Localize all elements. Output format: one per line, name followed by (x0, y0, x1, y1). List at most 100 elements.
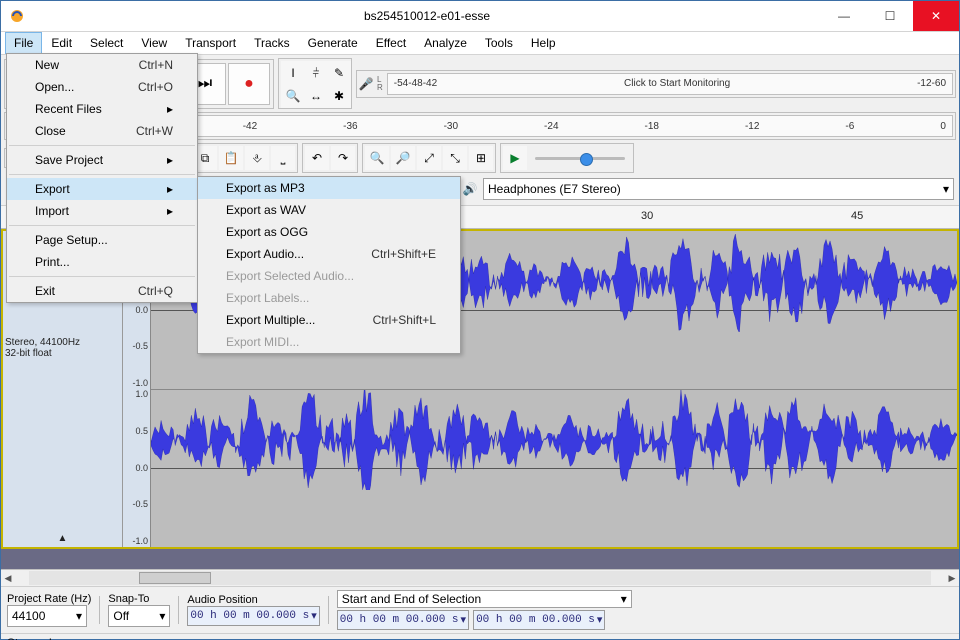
silence-icon: ⎵ (281, 151, 286, 166)
menu-item-export-selected: Export Selected Audio... (198, 265, 460, 287)
menu-edit[interactable]: Edit (42, 32, 81, 54)
selection-tool[interactable]: I (281, 61, 305, 85)
paste-icon: 📋 (224, 151, 239, 165)
menu-effect[interactable]: Effect (367, 32, 415, 54)
track-format-label: Stereo, 44100Hz (5, 337, 120, 348)
audio-position-field[interactable]: 00 h 00 m 00.000 s▾ (187, 606, 319, 626)
window-title: bs254510012-e01-esse (33, 9, 821, 23)
menu-item-save-project[interactable]: Save Project▸ (7, 149, 197, 171)
menu-item-import[interactable]: Import▸ (7, 200, 197, 222)
undo-icon: ↶ (312, 151, 322, 165)
zoom-out-button[interactable]: 🔎 (391, 146, 415, 170)
menu-analyze[interactable]: Analyze (415, 32, 476, 54)
record-icon: ● (244, 75, 254, 93)
menu-item-export-mp3[interactable]: Export as MP3 (198, 177, 460, 199)
collapse-icon[interactable]: ▲ (3, 533, 122, 544)
zoom-in-button[interactable]: 🔍 (365, 146, 389, 170)
paste-button[interactable]: 📋 (219, 146, 243, 170)
snap-to-label: Snap-To (108, 593, 170, 605)
selection-start-field[interactable]: 00 h 00 m 00.000 s▾ (337, 610, 469, 630)
record-meter[interactable]: -54 -48 -42 Click to Start Monitoring -1… (387, 73, 953, 95)
menu-tools[interactable]: Tools (476, 32, 522, 54)
close-button[interactable]: ✕ (913, 1, 959, 31)
scroll-thumb[interactable] (139, 572, 211, 584)
chevron-down-icon: ▾ (943, 182, 949, 196)
menu-select[interactable]: Select (81, 32, 132, 54)
project-rate-combo[interactable]: 44100▾ (7, 605, 87, 627)
menu-item-export-labels: Export Labels... (198, 287, 460, 309)
play-speed-slider[interactable] (535, 157, 625, 160)
fit-proj-icon: ⤡ (450, 151, 460, 166)
menu-item-export-audio[interactable]: Export Audio...Ctrl+Shift+E (198, 243, 460, 265)
status-bar: Project Rate (Hz) 44100▾ Snap-To Off▾ Au… (1, 586, 959, 639)
menu-item-open[interactable]: Open...Ctrl+O (7, 76, 197, 98)
selection-mode-combo[interactable]: Start and End of Selection▾ (337, 590, 632, 608)
play-speed-icon: ▶ (510, 151, 519, 165)
zoom-tool[interactable]: 🔍 (281, 84, 305, 108)
menu-item-export-wav[interactable]: Export as WAV (198, 199, 460, 221)
timeshift-tool[interactable]: ↔ (304, 84, 328, 108)
scroll-right-icon[interactable]: ▶ (945, 571, 959, 585)
undo-button[interactable]: ↶ (305, 146, 329, 170)
meter-lr-labels: LR (377, 76, 383, 92)
zoom-toggle-button[interactable]: ⊞ (469, 146, 493, 170)
snap-to-combo[interactable]: Off▾ (108, 605, 170, 627)
menu-item-close[interactable]: CloseCtrl+W (7, 120, 197, 142)
waveform-right-svg (151, 390, 957, 491)
minimize-button[interactable]: — (821, 1, 867, 31)
trim-icon: ⎀ (252, 151, 262, 166)
ibeam-icon: I (291, 66, 294, 80)
record-button[interactable]: ● (228, 63, 270, 105)
app-logo-icon (9, 8, 25, 24)
zoom-in-icon: 🔍 (370, 151, 385, 165)
scroll-left-icon[interactable]: ◀ (1, 571, 15, 585)
menu-item-exit[interactable]: ExitCtrl+Q (7, 280, 197, 302)
menu-view[interactable]: View (132, 32, 176, 54)
chevron-right-icon: ▸ (147, 204, 173, 218)
play-at-speed-button[interactable]: ▶ (503, 146, 527, 170)
window-buttons: — ☐ ✕ (821, 1, 959, 31)
menu-item-export-multiple[interactable]: Export Multiple...Ctrl+Shift+L (198, 309, 460, 331)
menu-item-page-setup[interactable]: Page Setup... (7, 229, 197, 251)
multi-tool[interactable]: ✱ (327, 84, 351, 108)
app-window: bs254510012-e01-esse — ☐ ✕ File Edit Sel… (0, 0, 960, 640)
menu-item-export[interactable]: Export▸ (7, 178, 197, 200)
maximize-button[interactable]: ☐ (867, 1, 913, 31)
horizontal-scrollbar[interactable]: ◀ ▶ (1, 569, 959, 586)
fit-selection-button[interactable]: ⤢ (417, 146, 441, 170)
menu-file[interactable]: File (5, 32, 42, 54)
skip-end-icon: ⏭ (198, 75, 212, 93)
output-icon: 🔊 (463, 182, 477, 196)
file-menu: NewCtrl+N Open...Ctrl+O Recent Files▸ Cl… (6, 53, 198, 303)
fit-project-button[interactable]: ⤡ (443, 146, 467, 170)
selection-end-field[interactable]: 00 h 00 m 00.000 s▾ (473, 610, 605, 630)
redo-icon: ↷ (338, 151, 348, 165)
menu-generate[interactable]: Generate (299, 32, 367, 54)
menu-transport[interactable]: Transport (176, 32, 245, 54)
envelope-icon: ⫩ (313, 66, 320, 81)
copy-icon: ⧉ (201, 151, 210, 166)
silence-button[interactable]: ⎵ (271, 146, 295, 170)
fit-sel-icon: ⤢ (424, 151, 434, 166)
multi-icon: ✱ (334, 89, 344, 103)
status-text: Stopped. (7, 636, 55, 640)
redo-button[interactable]: ↷ (331, 146, 355, 170)
output-device-combo[interactable]: Headphones (E7 Stereo)▾ (483, 178, 954, 200)
menu-item-new[interactable]: NewCtrl+N (7, 54, 197, 76)
envelope-tool[interactable]: ⫩ (304, 61, 328, 85)
export-submenu: Export as MP3 Export as WAV Export as OG… (197, 176, 461, 354)
waveform-right[interactable] (151, 390, 957, 548)
track-bits-label: 32-bit float (5, 348, 120, 359)
project-rate-label: Project Rate (Hz) (7, 593, 91, 605)
draw-tool[interactable]: ✎ (327, 61, 351, 85)
menu-item-recent-files[interactable]: Recent Files▸ (7, 98, 197, 120)
menu-help[interactable]: Help (522, 32, 565, 54)
chevron-right-icon: ▸ (147, 182, 173, 196)
pencil-icon: ✎ (334, 66, 344, 80)
menu-tracks[interactable]: Tracks (245, 32, 299, 54)
timeshift-icon: ↔ (310, 89, 322, 103)
chevron-right-icon: ▸ (147, 102, 173, 116)
trim-button[interactable]: ⎀ (245, 146, 269, 170)
menu-item-print[interactable]: Print... (7, 251, 197, 273)
menu-item-export-ogg[interactable]: Export as OGG (198, 221, 460, 243)
